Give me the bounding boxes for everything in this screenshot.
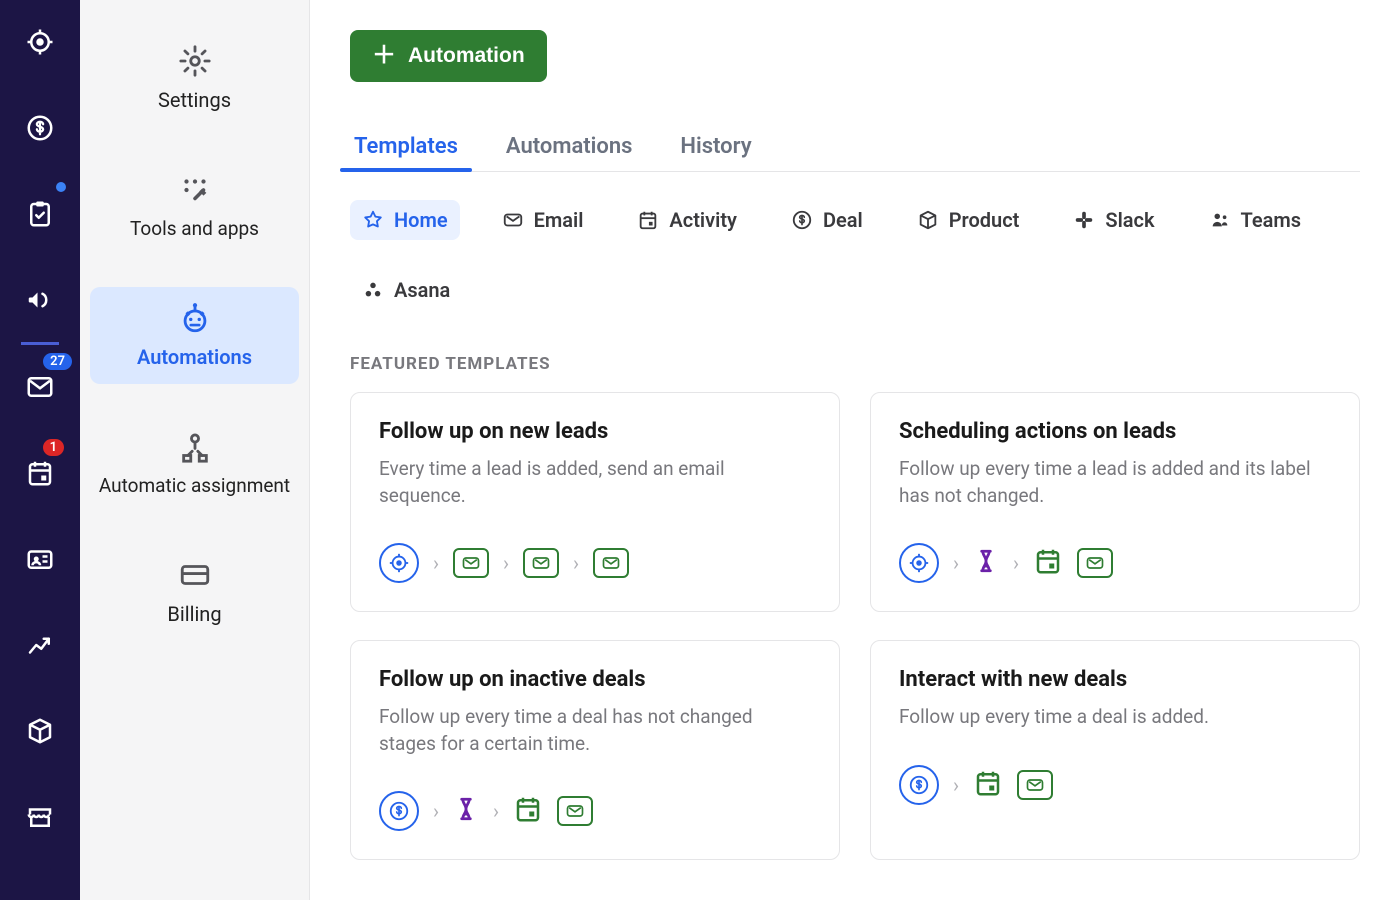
category-chips: Home Email Activity Deal Product Slack T… — [350, 200, 1360, 310]
subnav-label: Automations — [137, 345, 252, 370]
email-step-icon — [523, 548, 559, 578]
rail-insights[interactable] — [16, 621, 64, 669]
deal-trigger-icon — [379, 791, 419, 831]
subnav-tools-apps[interactable]: Tools and apps — [90, 159, 299, 255]
chevron-right-icon: › — [433, 799, 439, 823]
tab-automations[interactable]: Automations — [502, 122, 637, 171]
wait-step-icon — [973, 548, 999, 578]
add-automation-button[interactable]: ＋ Automation — [350, 30, 547, 82]
activity-step-icon — [1033, 546, 1063, 580]
template-card[interactable]: Follow up on inactive deals Follow up ev… — [350, 640, 840, 860]
chip-product[interactable]: Product — [905, 200, 1032, 240]
template-desc: Follow up every time a deal has not chan… — [379, 704, 811, 757]
rail-contacts[interactable] — [16, 535, 64, 583]
main-content: ＋ Automation Templates Automations Histo… — [310, 0, 1400, 900]
rail-calendar[interactable]: 1 — [16, 449, 64, 497]
gear-icon — [178, 44, 212, 78]
rail-activities[interactable] — [16, 190, 64, 238]
calendar-badge: 1 — [43, 439, 64, 456]
lead-trigger-icon — [379, 543, 419, 583]
email-step-icon — [1017, 770, 1053, 800]
slack-icon — [1073, 209, 1095, 231]
rail-campaigns[interactable] — [16, 276, 64, 324]
email-step-icon — [1077, 548, 1113, 578]
robot-icon — [178, 301, 212, 335]
chevron-right-icon: › — [573, 551, 579, 575]
rail-marketplace[interactable] — [16, 793, 64, 841]
chip-activity[interactable]: Activity — [625, 200, 749, 240]
rail-leads[interactable] — [16, 18, 64, 66]
activity-step-icon — [513, 794, 543, 828]
wait-step-icon — [453, 796, 479, 826]
chevron-right-icon: › — [953, 773, 959, 797]
rail-mail[interactable]: 27 — [16, 363, 64, 411]
email-step-icon — [593, 548, 629, 578]
mail-badge: 27 — [43, 353, 72, 370]
template-desc: Follow up every time a deal is added. — [899, 704, 1331, 731]
star-icon — [362, 209, 384, 231]
template-desc: Follow up every time a lead is added and… — [899, 456, 1331, 509]
rail-divider — [21, 342, 59, 345]
chevron-right-icon: › — [433, 551, 439, 575]
template-flow: › — [899, 765, 1331, 805]
template-card[interactable]: Scheduling actions on leads Follow up ev… — [870, 392, 1360, 612]
email-step-icon — [453, 548, 489, 578]
left-rail: 27 1 — [0, 0, 80, 900]
mail-icon — [502, 209, 524, 231]
add-automation-label: Automation — [408, 44, 525, 68]
plus-icon: ＋ — [372, 44, 396, 68]
chip-email[interactable]: Email — [490, 200, 596, 240]
notification-dot-icon — [56, 182, 66, 192]
rail-products[interactable] — [16, 707, 64, 755]
card-icon — [178, 558, 212, 592]
template-desc: Every time a lead is added, send an emai… — [379, 456, 811, 509]
calendar-icon — [637, 209, 659, 231]
subnav-auto-assignment[interactable]: Automatic assignment — [90, 416, 299, 512]
chip-slack[interactable]: Slack — [1061, 200, 1166, 240]
template-title: Follow up on new leads — [379, 419, 811, 444]
chip-deal[interactable]: Deal — [779, 200, 875, 240]
subnav-label: Billing — [167, 602, 221, 627]
chevron-right-icon: › — [1013, 551, 1019, 575]
chip-home[interactable]: Home — [350, 200, 460, 240]
template-flow: › › — [899, 543, 1331, 583]
section-label: FEATURED TEMPLATES — [350, 354, 1360, 374]
subnav-label: Tools and apps — [130, 217, 259, 241]
template-title: Interact with new deals — [899, 667, 1331, 692]
chip-asana[interactable]: Asana — [350, 270, 462, 310]
subnav-label: Settings — [158, 88, 231, 113]
tab-history[interactable]: History — [676, 122, 755, 171]
email-step-icon — [557, 796, 593, 826]
subnav-billing[interactable]: Billing — [90, 544, 299, 641]
template-card[interactable]: Follow up on new leads Every time a lead… — [350, 392, 840, 612]
settings-subnav: Settings Tools and apps Automations Auto… — [80, 0, 310, 900]
template-flow: › › — [379, 791, 811, 831]
template-card[interactable]: Interact with new deals Follow up every … — [870, 640, 1360, 860]
subnav-settings[interactable]: Settings — [90, 30, 299, 127]
chevron-right-icon: › — [953, 551, 959, 575]
rail-deals[interactable] — [16, 104, 64, 152]
chip-teams[interactable]: Teams — [1197, 200, 1314, 240]
lead-trigger-icon — [899, 543, 939, 583]
chevron-right-icon: › — [503, 551, 509, 575]
subnav-automations[interactable]: Automations — [90, 287, 299, 384]
assignment-icon — [178, 430, 212, 464]
chevron-right-icon: › — [493, 799, 499, 823]
activity-step-icon — [973, 768, 1003, 802]
template-flow: › › › — [379, 543, 811, 583]
teams-icon — [1209, 209, 1231, 231]
template-title: Scheduling actions on leads — [899, 419, 1331, 444]
tools-icon — [178, 173, 212, 207]
asana-icon — [362, 279, 384, 301]
template-cards: Follow up on new leads Every time a lead… — [350, 392, 1360, 860]
template-title: Follow up on inactive deals — [379, 667, 811, 692]
subnav-label: Automatic assignment — [99, 474, 290, 498]
tabs: Templates Automations History — [350, 122, 1360, 172]
dollar-icon — [791, 209, 813, 231]
deal-trigger-icon — [899, 765, 939, 805]
tab-templates[interactable]: Templates — [350, 122, 462, 171]
box-icon — [917, 209, 939, 231]
